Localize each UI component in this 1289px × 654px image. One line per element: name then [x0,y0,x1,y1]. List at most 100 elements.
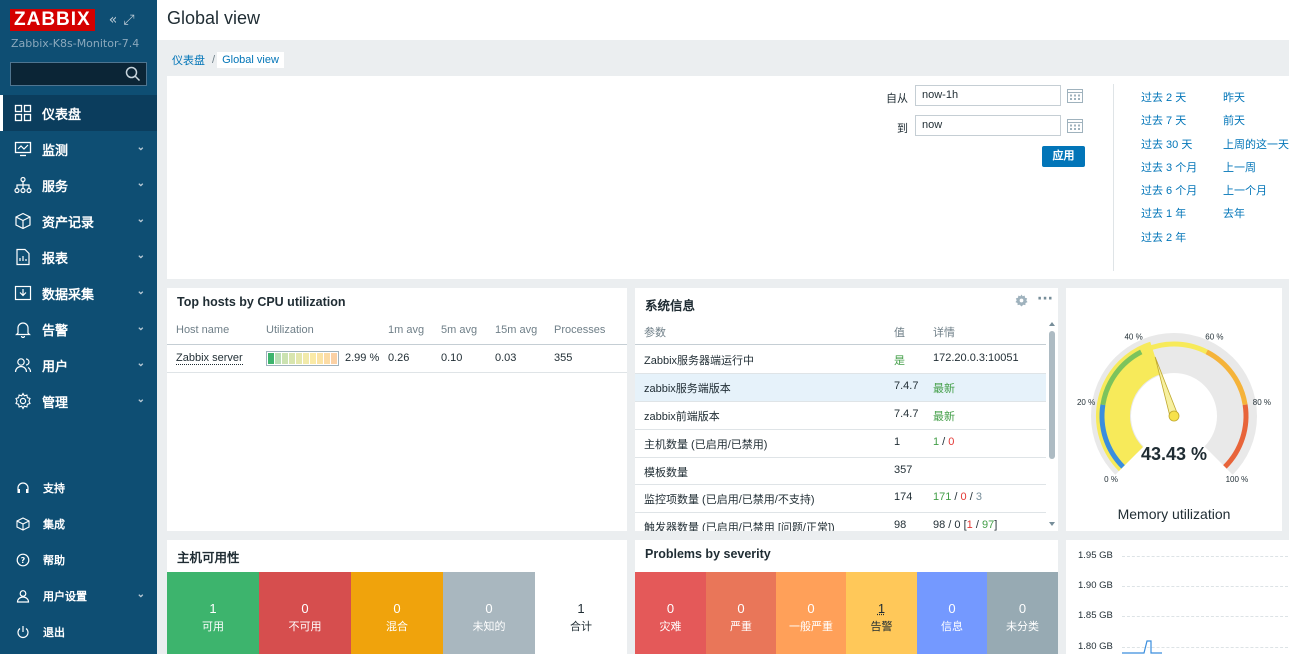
trigger-ok: 97 [981,519,995,531]
sidebar-item-sign-out[interactable]: 退出 [0,614,157,650]
sidebar-item-reports[interactable]: 报表 ⌄ [0,239,157,275]
breadcrumb-dashboard-link[interactable]: 仪表盘 [167,52,210,68]
severity-information[interactable]: 0 信息 [917,572,987,654]
trigger-problem: 1 [966,519,973,531]
kiosk-mode-icon[interactable]: ⤢ [123,12,138,28]
more-options-icon[interactable]: ··· [1037,291,1053,307]
sidebar-item-alerts[interactable]: 告警 ⌄ [0,311,157,347]
availability-available[interactable]: 1 可用 [167,572,259,654]
column-header[interactable]: 5m avg [441,324,477,336]
sidebar-item-integrations[interactable]: 集成 [0,506,157,542]
sidebar-item-user-settings[interactable]: 用户设置 ⌄ [0,578,157,614]
label: 可用 [202,621,224,633]
apply-button[interactable]: 应用 [1042,146,1085,167]
severity-average[interactable]: 0 一般严重 [776,572,846,654]
calendar-icon[interactable] [1067,118,1083,133]
calendar-icon[interactable] [1067,88,1083,103]
breadcrumb-current[interactable]: Global view [217,51,284,68]
chevron-down-icon: ⌄ [136,142,145,153]
details-cell: 1 / 0 [933,436,955,448]
chevron-down-icon: ⌄ [136,286,145,297]
column-header[interactable]: 1m avg [388,324,424,336]
chevron-down-icon: ⌄ [136,214,145,225]
from-label: 自从 [886,93,908,105]
count: 0 [1018,601,1027,616]
gauge-tick-label: 80 % [1253,398,1271,407]
utilization-segment [275,353,281,364]
gauge-tick-label: 0 % [1104,475,1118,484]
sidebar-item-support[interactable]: 支持 [0,470,157,506]
unsupported-count: 3 [975,491,982,503]
sidebar-item-dashboard[interactable]: 仪表盘 [0,95,157,131]
quick-range-link[interactable]: 昨天 [1223,89,1245,105]
column-header: 值 [894,327,905,339]
sidebar-item-label: 支持 [43,483,65,495]
avg-1m-value: 0.26 [388,352,410,364]
sidebar-search-input[interactable] [10,62,147,86]
quick-range-link[interactable]: 过去 2 天 [1141,89,1186,105]
severity-not-classified[interactable]: 0 未分类 [987,572,1058,654]
quick-range-link[interactable]: 过去 3 个月 [1141,159,1197,175]
value-cell: 174 [894,491,913,503]
severity-high[interactable]: 0 严重 [706,572,776,654]
quick-range-link[interactable]: 过去 2 年 [1141,229,1186,245]
count: 0 [393,601,401,616]
value-cell: 98 [894,519,907,531]
gauge-tick-label: 100 % [1226,475,1249,484]
quick-range-link[interactable]: 过去 6 个月 [1141,182,1197,198]
users-icon [13,355,33,375]
host-name-link[interactable]: Zabbix server [176,352,243,365]
availability-mixed[interactable]: 0 混合 [351,572,443,654]
value-cell: 7.4.7 [894,408,919,420]
services-icon [13,175,33,195]
count: 0 [737,601,745,616]
quick-range-link[interactable]: 过去 30 天 [1141,136,1192,152]
from-input[interactable]: now-1h [915,85,1061,106]
column-header[interactable]: Host name [176,324,229,336]
sidebar-item-administration[interactable]: 管理 ⌄ [0,383,157,419]
quick-range-link[interactable]: 上一周 [1223,159,1256,175]
column-header[interactable]: Utilization [266,324,314,336]
availability-unknown[interactable]: 0 未知的 [443,572,535,654]
quick-range-link[interactable]: 过去 7 天 [1141,112,1186,128]
memory-gauge-widget: 0 % 20 % 40 % 60 % 80 % 100 % 43.43 % Memory … [1066,288,1282,531]
zabbix-logo[interactable]: ZABBIX [10,9,95,31]
sidebar-item-services[interactable]: 服务 ⌄ [0,167,157,203]
availability-unavailable[interactable]: 0 不可用 [259,572,351,654]
sidebar-item-label: 仪表盘 [42,106,82,122]
severity-warning[interactable]: 1 告警 [846,572,917,654]
count[interactable]: 1 [846,601,917,616]
chevron-down-icon: ⌄ [136,250,145,261]
quick-range-link[interactable]: 去年 [1223,205,1245,221]
collapse-sidebar-icon[interactable]: « [109,12,122,28]
sidebar-item-help[interactable]: ? 帮助 [0,542,157,578]
sidebar-item-users[interactable]: 用户 ⌄ [0,347,157,383]
sidebar-item-inventory[interactable]: 资产记录 ⌄ [0,203,157,239]
severity-disaster[interactable]: 0 灾难 [635,572,706,654]
sidebar-item-label: 服务 [42,178,69,194]
quick-range-link[interactable]: 上一个月 [1223,182,1267,198]
column-header[interactable]: 15m avg [495,324,537,336]
time-filter: 自从 now-1h 到 now 应用 过去 2 天 过去 7 天 过去 30 天… [167,76,1289,279]
to-input[interactable]: now [915,115,1061,136]
count: 0 [301,601,309,616]
param-cell: 触发器数量 (已启用/已禁用 [问题/正常]) [644,522,835,531]
count: 0 [948,601,956,616]
gear-icon[interactable] [1015,294,1028,307]
sidebar-item-label: 退出 [43,627,65,639]
reports-icon [13,247,33,267]
param-cell: 监控项数量 (已启用/已禁用/不支持) [644,494,815,506]
utilization-segment [303,353,309,364]
table-row: 模板数量 357 [635,458,1046,486]
quick-range-link[interactable]: 过去 1 年 [1141,205,1186,221]
search-icon[interactable] [125,66,141,82]
support-icon [15,480,31,496]
quick-range-link[interactable]: 上周的这一天 [1223,136,1289,152]
column-header[interactable]: Processes [554,324,605,336]
sidebar-item-monitoring[interactable]: 监测 ⌄ [0,131,157,167]
scrollbar[interactable] [1046,319,1058,529]
sidebar-item-data-collection[interactable]: 数据采集 ⌄ [0,275,157,311]
sidebar: ZABBIX « ⤢ Zabbix-K8s-Monitor-7.4 仪表盘 监测… [0,0,157,654]
label: 混合 [386,621,408,633]
quick-range-link[interactable]: 前天 [1223,112,1245,128]
